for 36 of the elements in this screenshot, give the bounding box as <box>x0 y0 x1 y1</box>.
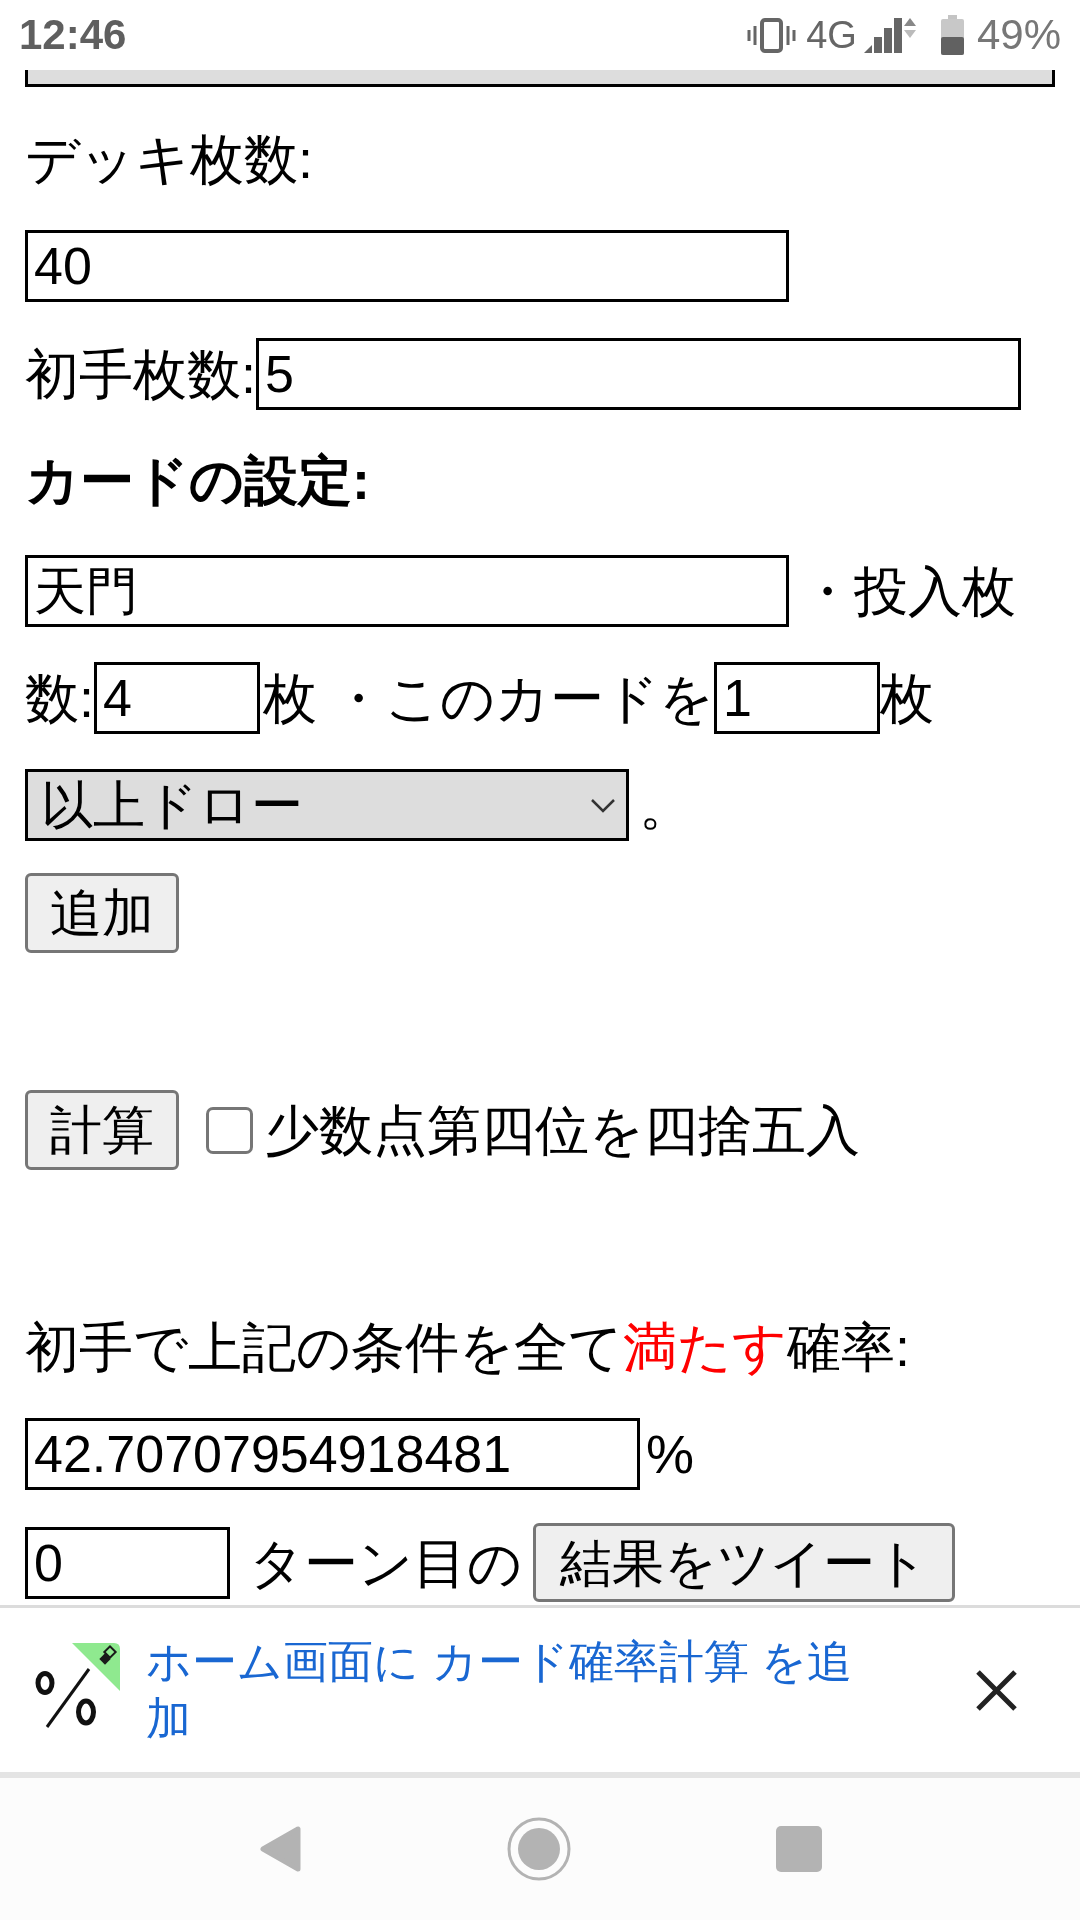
section-heading: カードの設定: <box>25 449 370 512</box>
caret-icon <box>590 797 616 813</box>
text-field[interactable]: 5 <box>256 338 1021 410</box>
checkbox[interactable] <box>206 1106 253 1154</box>
checkbox-label: 少数点第四位を四捨五入 <box>265 1099 860 1162</box>
battery-percent: 49% <box>976 11 1061 59</box>
field-label: デッキ枚数: <box>25 128 313 191</box>
turn-field[interactable]: 0 <box>25 1526 230 1599</box>
result-field[interactable]: 42.70707954918481 <box>25 1418 640 1490</box>
number-field[interactable]: 4 <box>94 662 260 734</box>
calculate-button[interactable]: 計算 <box>25 1090 179 1170</box>
unit-label: % <box>646 1423 694 1486</box>
vibrate-icon <box>747 17 797 53</box>
text-field[interactable]: 天門 <box>25 555 789 627</box>
condition-dropdown[interactable]: 以上ドロー <box>25 769 629 841</box>
network-type: 4G <box>806 13 857 57</box>
field-label: ・投入枚 <box>800 560 1016 623</box>
add-button[interactable]: 追加 <box>25 873 179 953</box>
install-link[interactable]: ホーム画面に カード確率計算 を追加 <box>146 1633 886 1747</box>
field-label: 初手枚数: <box>25 343 256 406</box>
field-label: 数: <box>25 667 94 730</box>
signal-icon <box>863 17 916 53</box>
field-label: ・このカードを <box>331 667 714 730</box>
percent-icon <box>34 1643 120 1729</box>
field-label: ターン目の <box>249 1531 522 1595</box>
period-text: 。 <box>639 774 693 837</box>
battery-icon <box>940 15 964 55</box>
unit-label: 枚 <box>880 667 934 730</box>
unit-label: 枚 <box>263 667 317 730</box>
close-icon[interactable] <box>975 1668 1018 1712</box>
select-field[interactable] <box>25 70 1055 87</box>
tweet-button[interactable]: 結果をツイート <box>533 1523 955 1602</box>
number-field[interactable]: 1 <box>714 662 880 734</box>
clock-time: 12:46 <box>19 11 127 59</box>
result-sentence: 初手で上記の条件を全て満たす確率: <box>25 1316 910 1379</box>
text-field[interactable]: 40 <box>25 230 789 302</box>
